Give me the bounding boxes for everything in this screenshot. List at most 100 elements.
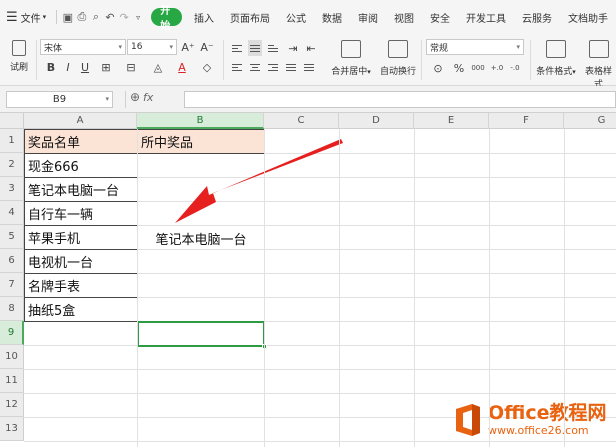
- tab-6[interactable]: 安全: [422, 0, 458, 34]
- percent-button[interactable]: %: [452, 60, 466, 76]
- redo-icon[interactable]: ↷: [117, 0, 131, 34]
- row-header-10[interactable]: 10: [0, 345, 24, 369]
- align-bottom-icon[interactable]: [266, 40, 280, 56]
- merge-center-button[interactable]: 合并居中▾: [328, 40, 374, 77]
- clear-format-icon[interactable]: ◇: [197, 59, 217, 75]
- distribute-icon[interactable]: [302, 59, 316, 75]
- align-middle-icon[interactable]: [248, 40, 262, 56]
- outdent-icon[interactable]: ⇤: [304, 40, 318, 56]
- font-name-select[interactable]: 宋体 ▾: [40, 39, 126, 55]
- row-header-9[interactable]: 9: [0, 321, 24, 345]
- align-right-icon[interactable]: [266, 59, 280, 75]
- font-size-select[interactable]: 16 ▾: [127, 39, 177, 55]
- hamburger-icon: ☰: [6, 9, 18, 25]
- column-header-d[interactable]: D: [339, 113, 414, 129]
- row-header-4[interactable]: 4: [0, 201, 24, 225]
- tab-2[interactable]: 公式: [278, 0, 314, 34]
- row-header-1[interactable]: 1: [0, 129, 24, 153]
- column-header-c[interactable]: C: [264, 113, 339, 129]
- grow-font-button[interactable]: A⁺: [180, 39, 196, 55]
- tab-1[interactable]: 页面布局: [222, 0, 278, 34]
- justify-icon[interactable]: [284, 59, 298, 75]
- conditional-format-label: 条件格式: [536, 67, 573, 77]
- print-icon[interactable]: ⎙: [75, 0, 89, 34]
- column-header-g[interactable]: G: [564, 113, 616, 129]
- borders-icon[interactable]: ⊞: [96, 59, 116, 75]
- customize-icon[interactable]: ▿: [131, 0, 145, 34]
- gridline: [564, 129, 565, 447]
- undo-icon[interactable]: ↶: [103, 0, 117, 34]
- name-box[interactable]: B9 ▾: [6, 91, 113, 108]
- wrap-text-button[interactable]: 自动换行: [378, 40, 418, 77]
- align-center-icon[interactable]: [248, 59, 262, 75]
- align-top-icon[interactable]: [230, 40, 244, 56]
- column-header-a[interactable]: A: [24, 113, 137, 129]
- tab-4[interactable]: 审阅: [350, 0, 386, 34]
- align-left-icon[interactable]: [230, 59, 244, 75]
- cell-style-icon[interactable]: ⊟: [120, 59, 142, 75]
- row-header-2[interactable]: 2: [0, 153, 24, 177]
- number-format-select[interactable]: 常规 ▾: [426, 39, 524, 55]
- file-menu[interactable]: ☰ 文件 ▾: [0, 0, 52, 34]
- font-size-value: 16: [131, 42, 143, 52]
- watermark: Office教程网 www.office26.com: [452, 397, 612, 443]
- zoom-icon[interactable]: ⊕: [130, 90, 140, 104]
- underline-button[interactable]: U: [78, 59, 92, 75]
- increase-decimal-button[interactable]: +.0: [489, 60, 505, 76]
- decrease-decimal-button[interactable]: -.0: [507, 60, 523, 76]
- divider: [56, 10, 57, 24]
- file-menu-label: 文件: [20, 13, 41, 25]
- row-header-3[interactable]: 3: [0, 177, 24, 201]
- formula-input[interactable]: [184, 91, 616, 108]
- italic-button[interactable]: I: [61, 59, 75, 75]
- indent-icon[interactable]: ⇥: [286, 40, 300, 56]
- row-header-7[interactable]: 7: [0, 273, 24, 297]
- divider: [223, 40, 224, 80]
- tab-0[interactable]: 插入: [186, 0, 222, 34]
- bold-button[interactable]: B: [44, 59, 58, 75]
- insert-function-button[interactable]: fx: [143, 91, 153, 104]
- chevron-down-icon: ▾: [516, 43, 520, 51]
- wrap-text-label: 自动换行: [379, 67, 416, 77]
- chevron-down-icon: ▾: [42, 13, 47, 21]
- tab-9[interactable]: 文档助手: [560, 0, 616, 34]
- shrink-font-button[interactable]: A⁻: [199, 39, 215, 55]
- wrap-text-icon: [388, 40, 408, 58]
- tab-home[interactable]: 开始: [151, 6, 182, 32]
- column-header-e[interactable]: E: [414, 113, 489, 129]
- table-style-button[interactable]: 表格样式: [581, 40, 616, 90]
- format-painter-button[interactable]: 试刷: [4, 38, 34, 84]
- tab-8[interactable]: 云服务: [514, 0, 560, 34]
- tab-7[interactable]: 开发工具: [458, 0, 514, 34]
- divider: [530, 40, 531, 80]
- row-header-6[interactable]: 6: [0, 249, 24, 273]
- row-header-11[interactable]: 11: [0, 369, 24, 393]
- table-style-icon: [588, 40, 609, 58]
- row-header-8[interactable]: 8: [0, 297, 24, 321]
- menu-bar: ☰ 文件 ▾ ▣ ⎙ ⌕ ↶ ↷ ▿ 开始 插入 页面布局 公式 数据 审阅 视图 安全 开发…: [0, 0, 616, 34]
- fill-color-icon[interactable]: ◬: [147, 59, 169, 75]
- merge-icon: [341, 40, 361, 58]
- chevron-down-icon: ▾: [118, 43, 122, 51]
- row-header-5[interactable]: 5: [0, 225, 24, 249]
- row-header-12[interactable]: 12: [0, 393, 24, 417]
- watermark-url: www.office26.com: [488, 424, 589, 437]
- conditional-format-button[interactable]: 条件格式▾: [534, 40, 578, 77]
- thousands-button[interactable]: 000: [470, 60, 486, 76]
- print-preview-icon[interactable]: ⌕: [89, 0, 103, 34]
- column-header-b[interactable]: B: [137, 113, 264, 129]
- cell-reference: B9: [52, 94, 67, 105]
- chevron-down-icon: ▾: [105, 95, 109, 103]
- tab-5[interactable]: 视图: [386, 0, 422, 34]
- save-icon[interactable]: ▣: [61, 0, 75, 34]
- chevron-down-icon: ▾: [169, 43, 173, 51]
- format-painter-icon: [12, 40, 26, 56]
- gridline: [414, 129, 415, 447]
- tab-3[interactable]: 数据: [314, 0, 350, 34]
- row-header-13[interactable]: 13: [0, 417, 24, 441]
- column-header-f[interactable]: F: [489, 113, 564, 129]
- font-color-icon[interactable]: A: [173, 59, 191, 75]
- divider: [36, 40, 37, 80]
- gridline: [489, 129, 490, 447]
- currency-icon[interactable]: ⊙: [428, 60, 448, 76]
